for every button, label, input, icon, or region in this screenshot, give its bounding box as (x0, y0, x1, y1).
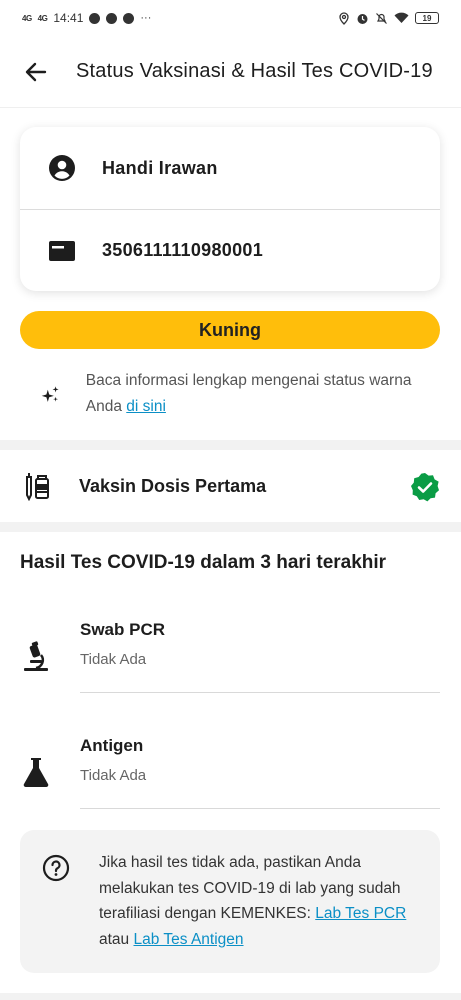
clock-time: 14:41 (53, 11, 84, 25)
signal-2-indicator: 4G (37, 13, 48, 23)
microscope-icon (24, 641, 48, 671)
telegram-icon (89, 12, 101, 24)
status-bar-left: 4G 4G 14:41 ··· (22, 11, 151, 25)
mute-icon (376, 12, 387, 24)
verified-check-icon (411, 473, 439, 502)
status-info: Baca informasi lengkap mengenai status w… (40, 368, 440, 420)
test-status: Tidak Ada (80, 767, 147, 784)
test-item-antigen[interactable]: Antigen Tidak Ada (0, 726, 461, 826)
page-title: Status Vaksinasi & Hasil Tes COVID-19 (76, 60, 433, 82)
signal-1-indicator: 4G (22, 13, 32, 23)
vaccine-icon (26, 473, 49, 501)
bottom-divider (0, 993, 461, 1000)
wifi-icon (394, 12, 409, 23)
nik-number: 3506111110980001 (102, 240, 263, 260)
app-bar: Status Vaksinasi & Hasil Tes COVID-19 (0, 36, 461, 108)
help-conjunction: atau (99, 930, 134, 948)
status-color-badge[interactable]: Kuning (20, 311, 440, 349)
id-card-icon (48, 237, 76, 265)
status-bar: 4G 4G 14:41 ··· 19 (0, 0, 461, 36)
identity-card: Handi Irawan 3506111110980001 (20, 127, 440, 291)
test-status: Tidak Ada (80, 651, 147, 668)
help-info-box: Jika hasil tes tidak ada, pastikan Anda … (20, 830, 440, 973)
user-name: Handi Irawan (102, 157, 218, 178)
section-divider (0, 522, 461, 532)
section-divider (0, 440, 461, 450)
test-results-title: Hasil Tes COVID-19 dalam 3 hari terakhir (20, 552, 387, 573)
flask-icon (23, 758, 49, 788)
chat-bubble-icon (106, 12, 118, 24)
status-info-text: Baca informasi lengkap mengenai status w… (86, 368, 440, 420)
arrow-left-icon (25, 62, 47, 81)
status-bar-right: 19 (338, 11, 439, 25)
test-item-swab-pcr[interactable]: Swab PCR Tidak Ada (0, 610, 461, 710)
test-name: Antigen (80, 736, 144, 755)
identity-nik-row: 3506111110980001 (20, 209, 440, 291)
app-notification-icon (123, 12, 135, 24)
battery-indicator: 19 (415, 12, 439, 24)
more-notifications: ··· (140, 12, 152, 24)
info-link[interactable]: di sini (126, 398, 166, 415)
test-name: Swab PCR (80, 620, 166, 639)
alarm-icon (357, 13, 368, 24)
identity-name-row: Handi Irawan (20, 127, 440, 209)
account-circle-icon (48, 154, 76, 182)
vaccine-dose-row: Vaksin Dosis Pertama (0, 450, 461, 522)
vaccine-dose-label: Vaksin Dosis Pertama (79, 475, 267, 496)
back-button[interactable] (20, 56, 52, 88)
sparkle-icon (41, 386, 59, 402)
lab-pcr-link[interactable]: Lab Tes PCR (315, 905, 406, 922)
help-circle-icon (42, 854, 70, 882)
list-divider (80, 692, 440, 693)
lab-antigen-link[interactable]: Lab Tes Antigen (133, 931, 243, 948)
help-text: Jika hasil tes tidak ada, pastikan Anda … (99, 850, 429, 952)
location-icon (339, 11, 349, 25)
list-divider (80, 808, 440, 809)
